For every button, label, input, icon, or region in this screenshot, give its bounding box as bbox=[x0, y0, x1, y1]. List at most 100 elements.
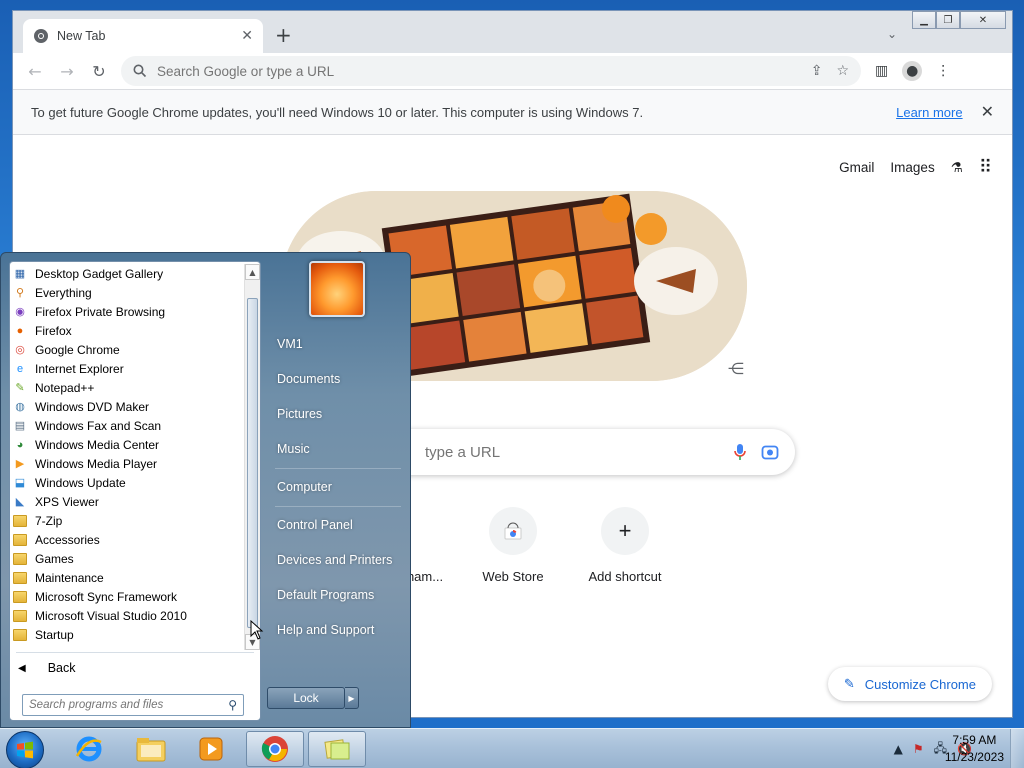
search-magnifier-icon[interactable]: ⚲ bbox=[228, 698, 237, 712]
taskbar-media-player-icon[interactable] bbox=[182, 731, 240, 767]
program-label: 7-Zip bbox=[35, 513, 63, 528]
tab-search-icon[interactable]: ⌄ bbox=[887, 27, 897, 41]
program-item[interactable]: ● Firefox bbox=[10, 321, 246, 340]
start-button-windows-icon[interactable] bbox=[6, 731, 44, 768]
programs-scrollbar[interactable]: ▲ ▼ bbox=[244, 264, 260, 650]
shutdown-options-arrow-icon[interactable]: ▶ bbox=[345, 687, 359, 709]
program-item[interactable]: Maintenance bbox=[10, 568, 246, 587]
program-item[interactable]: ▦ Desktop Gadget Gallery bbox=[10, 264, 246, 283]
doodle-share-icon[interactable]: ⋲ bbox=[728, 359, 744, 378]
ie-icon: e bbox=[16, 362, 24, 375]
scrollbar-thumb[interactable] bbox=[247, 298, 258, 628]
program-label: Windows Media Player bbox=[35, 456, 158, 471]
divider bbox=[16, 652, 254, 653]
program-item[interactable]: Games bbox=[10, 549, 246, 568]
program-item[interactable]: Startup bbox=[10, 625, 246, 644]
menu-kebab-icon[interactable]: ⋮ bbox=[936, 63, 950, 79]
taskbar-chrome-icon[interactable] bbox=[246, 731, 304, 767]
computer-link[interactable]: Computer bbox=[277, 480, 403, 494]
customize-chrome-button[interactable]: ✎ Customize Chrome bbox=[827, 667, 992, 701]
program-item[interactable]: Microsoft Sync Framework bbox=[10, 587, 246, 606]
user-picture[interactable] bbox=[309, 261, 365, 317]
program-item[interactable]: ⚲ Everything bbox=[10, 283, 246, 302]
program-label: Notepad++ bbox=[35, 380, 95, 395]
minimize-button[interactable]: ▁ bbox=[912, 11, 936, 29]
start-search-input[interactable] bbox=[29, 699, 229, 711]
program-item[interactable]: Microsoft Visual Studio 2010 bbox=[10, 606, 246, 625]
media-center-icon: ◕ bbox=[16, 438, 24, 451]
tray-action-center-flag-icon[interactable]: ⚑ bbox=[913, 742, 924, 756]
program-label: Windows Media Center bbox=[35, 437, 160, 452]
web-store-icon bbox=[489, 507, 537, 555]
tray-show-hidden-icon[interactable]: ▲ bbox=[894, 742, 903, 756]
default-programs-link[interactable]: Default Programs bbox=[277, 588, 403, 602]
add-shortcut-button[interactable]: + Add shortcut bbox=[569, 507, 681, 584]
new-tab-button[interactable]: + bbox=[275, 25, 292, 45]
tab-close-icon[interactable]: ✕ bbox=[241, 28, 253, 44]
clock-date: 11/23/2023 bbox=[944, 750, 1004, 764]
program-item[interactable]: ▤ Windows Fax and Scan bbox=[10, 416, 246, 435]
control-panel-link[interactable]: Control Panel bbox=[277, 518, 403, 532]
back-arrow-icon[interactable]: ← bbox=[19, 57, 51, 85]
omnibox[interactable]: ⇪ ☆ bbox=[121, 56, 861, 86]
forward-arrow-icon[interactable]: → bbox=[51, 57, 83, 85]
windows-update-icon: ⬓ bbox=[14, 477, 26, 489]
share-page-icon[interactable]: ⇪ bbox=[811, 63, 823, 79]
taskbar-notes-icon[interactable] bbox=[308, 731, 366, 767]
images-link[interactable]: Images bbox=[890, 160, 934, 175]
back-button[interactable]: ◀ Back bbox=[18, 658, 76, 678]
restore-button[interactable]: ❐ bbox=[936, 11, 960, 29]
program-item[interactable]: ⬓ Windows Update bbox=[10, 473, 246, 492]
plus-icon: + bbox=[601, 507, 649, 555]
bookmark-star-icon[interactable]: ☆ bbox=[836, 63, 849, 79]
program-label: Firefox bbox=[35, 323, 72, 338]
back-triangle-icon: ◀ bbox=[18, 662, 26, 674]
program-item[interactable]: ◎ Google Chrome bbox=[10, 340, 246, 359]
program-item[interactable]: 7-Zip bbox=[10, 511, 246, 530]
gadget-icon: ▦ bbox=[14, 268, 26, 280]
program-item[interactable]: ◍ Windows DVD Maker bbox=[10, 397, 246, 416]
program-item[interactable]: ▶ Windows Media Player bbox=[10, 454, 246, 473]
apps-grid-icon[interactable]: ⠿ bbox=[979, 157, 992, 178]
labs-flask-icon[interactable]: ⚗ bbox=[951, 160, 963, 176]
program-item[interactable]: ◕ Windows Media Center bbox=[10, 435, 246, 454]
shortcut-web-store[interactable]: Web Store bbox=[457, 507, 569, 584]
infobar-close-icon[interactable]: ✕ bbox=[981, 102, 994, 122]
program-item[interactable]: e Internet Explorer bbox=[10, 359, 246, 378]
program-item[interactable]: ◉ Firefox Private Browsing bbox=[10, 302, 246, 321]
tab-new-tab[interactable]: New Tab ✕ bbox=[23, 19, 263, 53]
google-lens-icon[interactable] bbox=[761, 443, 779, 461]
show-desktop-button[interactable] bbox=[1010, 729, 1024, 768]
program-item[interactable]: Accessories bbox=[10, 530, 246, 549]
omnibox-input[interactable] bbox=[157, 63, 797, 79]
side-panel-icon[interactable]: ▥ bbox=[875, 63, 888, 79]
media-player-icon: ▶ bbox=[15, 458, 25, 470]
learn-more-link[interactable]: Learn more bbox=[896, 105, 962, 120]
separator bbox=[275, 468, 401, 469]
start-menu-programs-pane: ▦ Desktop Gadget Gallery ⚲ Everything ◉ Firef… bbox=[9, 261, 261, 721]
folder-icon bbox=[12, 513, 28, 529]
taskbar-explorer-icon[interactable] bbox=[122, 731, 180, 767]
scroll-up-arrow-icon[interactable]: ▲ bbox=[245, 264, 260, 280]
program-label: Startup bbox=[35, 627, 74, 642]
documents-link[interactable]: Documents bbox=[277, 372, 403, 386]
program-item[interactable]: ◣ XPS Viewer bbox=[10, 492, 246, 511]
reload-icon[interactable]: ↻ bbox=[83, 57, 115, 85]
microphone-icon[interactable] bbox=[733, 443, 747, 461]
pictures-link[interactable]: Pictures bbox=[277, 407, 403, 421]
browser-toolbar: ← → ↻ ⇪ ☆ ▥ ● ⋮ bbox=[13, 53, 1012, 89]
folder-icon bbox=[12, 608, 28, 624]
taskbar-clock[interactable]: 7:59 AM 11/23/2023 bbox=[945, 732, 1004, 766]
program-item[interactable]: ✎ Notepad++ bbox=[10, 378, 246, 397]
gmail-link[interactable]: Gmail bbox=[839, 160, 874, 175]
profile-avatar-icon[interactable]: ● bbox=[902, 61, 923, 81]
program-label: Maintenance bbox=[35, 570, 104, 585]
lock-button[interactable]: Lock bbox=[267, 687, 345, 709]
help-support-link[interactable]: Help and Support bbox=[277, 623, 403, 637]
close-window-button[interactable]: ✕ bbox=[960, 11, 1006, 29]
user-folder-link[interactable]: VM1 bbox=[277, 337, 403, 351]
start-search-box[interactable]: ⚲ bbox=[22, 694, 244, 716]
taskbar-ie-icon[interactable] bbox=[60, 731, 118, 767]
music-link[interactable]: Music bbox=[277, 442, 403, 456]
devices-printers-link[interactable]: Devices and Printers bbox=[277, 553, 403, 567]
